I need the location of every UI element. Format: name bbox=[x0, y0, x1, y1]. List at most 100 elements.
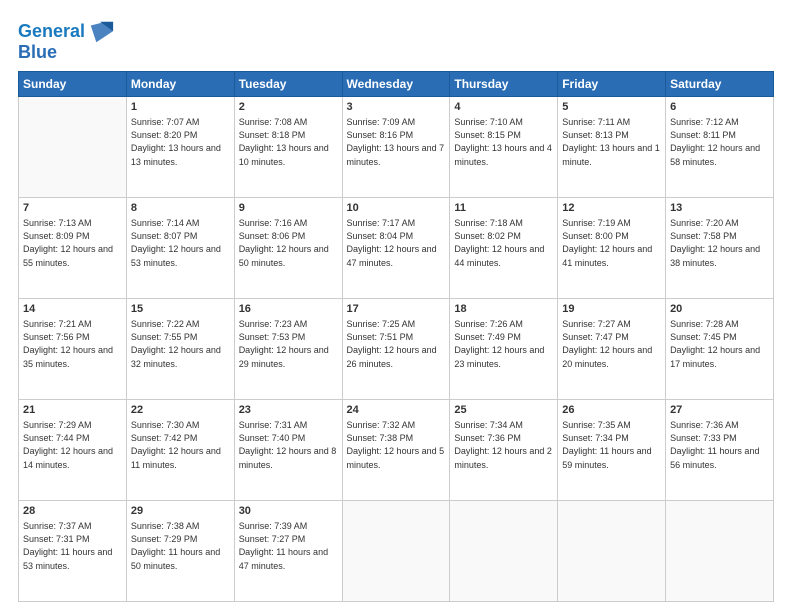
logo-icon bbox=[87, 18, 115, 46]
weekday-header-tuesday: Tuesday bbox=[234, 72, 342, 97]
cell-content: Sunrise: 7:20 AMSunset: 7:58 PMDaylight:… bbox=[670, 217, 769, 269]
cell-content: Sunrise: 7:32 AMSunset: 7:38 PMDaylight:… bbox=[347, 419, 446, 471]
cell-content: Sunrise: 7:37 AMSunset: 7:31 PMDaylight:… bbox=[23, 520, 122, 572]
cell-content: Sunrise: 7:30 AMSunset: 7:42 PMDaylight:… bbox=[131, 419, 230, 471]
logo: General Blue bbox=[18, 18, 115, 63]
weekday-header-saturday: Saturday bbox=[666, 72, 774, 97]
cell-content: Sunrise: 7:11 AMSunset: 8:13 PMDaylight:… bbox=[562, 116, 661, 168]
cell-content: Sunrise: 7:39 AMSunset: 7:27 PMDaylight:… bbox=[239, 520, 338, 572]
page: General Blue SundayMondayTuesdayWednesda… bbox=[0, 0, 792, 612]
calendar-cell: 1Sunrise: 7:07 AMSunset: 8:20 PMDaylight… bbox=[126, 97, 234, 198]
calendar-cell: 3Sunrise: 7:09 AMSunset: 8:16 PMDaylight… bbox=[342, 97, 450, 198]
calendar-cell: 23Sunrise: 7:31 AMSunset: 7:40 PMDayligh… bbox=[234, 400, 342, 501]
day-number: 6 bbox=[670, 100, 769, 115]
day-number: 26 bbox=[562, 403, 661, 418]
calendar-cell: 21Sunrise: 7:29 AMSunset: 7:44 PMDayligh… bbox=[19, 400, 127, 501]
calendar-cell: 7Sunrise: 7:13 AMSunset: 8:09 PMDaylight… bbox=[19, 198, 127, 299]
calendar-cell: 29Sunrise: 7:38 AMSunset: 7:29 PMDayligh… bbox=[126, 501, 234, 602]
cell-content: Sunrise: 7:10 AMSunset: 8:15 PMDaylight:… bbox=[454, 116, 553, 168]
calendar-cell: 17Sunrise: 7:25 AMSunset: 7:51 PMDayligh… bbox=[342, 299, 450, 400]
day-number: 19 bbox=[562, 302, 661, 317]
day-number: 3 bbox=[347, 100, 446, 115]
calendar-cell: 5Sunrise: 7:11 AMSunset: 8:13 PMDaylight… bbox=[558, 97, 666, 198]
cell-content: Sunrise: 7:08 AMSunset: 8:18 PMDaylight:… bbox=[239, 116, 338, 168]
calendar-cell bbox=[450, 501, 558, 602]
calendar-cell: 28Sunrise: 7:37 AMSunset: 7:31 PMDayligh… bbox=[19, 501, 127, 602]
cell-content: Sunrise: 7:35 AMSunset: 7:34 PMDaylight:… bbox=[562, 419, 661, 471]
day-number: 9 bbox=[239, 201, 338, 216]
cell-content: Sunrise: 7:28 AMSunset: 7:45 PMDaylight:… bbox=[670, 318, 769, 370]
calendar-cell: 18Sunrise: 7:26 AMSunset: 7:49 PMDayligh… bbox=[450, 299, 558, 400]
cell-content: Sunrise: 7:22 AMSunset: 7:55 PMDaylight:… bbox=[131, 318, 230, 370]
calendar-cell: 24Sunrise: 7:32 AMSunset: 7:38 PMDayligh… bbox=[342, 400, 450, 501]
day-number: 17 bbox=[347, 302, 446, 317]
day-number: 10 bbox=[347, 201, 446, 216]
calendar-cell: 9Sunrise: 7:16 AMSunset: 8:06 PMDaylight… bbox=[234, 198, 342, 299]
logo-text: General bbox=[18, 22, 85, 42]
cell-content: Sunrise: 7:23 AMSunset: 7:53 PMDaylight:… bbox=[239, 318, 338, 370]
day-number: 27 bbox=[670, 403, 769, 418]
day-number: 15 bbox=[131, 302, 230, 317]
day-number: 28 bbox=[23, 504, 122, 519]
weekday-header-thursday: Thursday bbox=[450, 72, 558, 97]
day-number: 16 bbox=[239, 302, 338, 317]
day-number: 20 bbox=[670, 302, 769, 317]
day-number: 21 bbox=[23, 403, 122, 418]
cell-content: Sunrise: 7:34 AMSunset: 7:36 PMDaylight:… bbox=[454, 419, 553, 471]
day-number: 29 bbox=[131, 504, 230, 519]
calendar-cell: 12Sunrise: 7:19 AMSunset: 8:00 PMDayligh… bbox=[558, 198, 666, 299]
calendar-cell: 20Sunrise: 7:28 AMSunset: 7:45 PMDayligh… bbox=[666, 299, 774, 400]
day-number: 12 bbox=[562, 201, 661, 216]
calendar-cell: 30Sunrise: 7:39 AMSunset: 7:27 PMDayligh… bbox=[234, 501, 342, 602]
week-row-1: 7Sunrise: 7:13 AMSunset: 8:09 PMDaylight… bbox=[19, 198, 774, 299]
calendar-cell: 10Sunrise: 7:17 AMSunset: 8:04 PMDayligh… bbox=[342, 198, 450, 299]
calendar-cell: 2Sunrise: 7:08 AMSunset: 8:18 PMDaylight… bbox=[234, 97, 342, 198]
calendar-cell: 27Sunrise: 7:36 AMSunset: 7:33 PMDayligh… bbox=[666, 400, 774, 501]
cell-content: Sunrise: 7:12 AMSunset: 8:11 PMDaylight:… bbox=[670, 116, 769, 168]
day-number: 13 bbox=[670, 201, 769, 216]
calendar-cell: 19Sunrise: 7:27 AMSunset: 7:47 PMDayligh… bbox=[558, 299, 666, 400]
calendar-cell: 15Sunrise: 7:22 AMSunset: 7:55 PMDayligh… bbox=[126, 299, 234, 400]
header: General Blue bbox=[18, 18, 774, 63]
calendar-cell: 8Sunrise: 7:14 AMSunset: 8:07 PMDaylight… bbox=[126, 198, 234, 299]
cell-content: Sunrise: 7:14 AMSunset: 8:07 PMDaylight:… bbox=[131, 217, 230, 269]
day-number: 2 bbox=[239, 100, 338, 115]
calendar-cell: 11Sunrise: 7:18 AMSunset: 8:02 PMDayligh… bbox=[450, 198, 558, 299]
day-number: 18 bbox=[454, 302, 553, 317]
cell-content: Sunrise: 7:38 AMSunset: 7:29 PMDaylight:… bbox=[131, 520, 230, 572]
week-row-4: 28Sunrise: 7:37 AMSunset: 7:31 PMDayligh… bbox=[19, 501, 774, 602]
cell-content: Sunrise: 7:21 AMSunset: 7:56 PMDaylight:… bbox=[23, 318, 122, 370]
cell-content: Sunrise: 7:17 AMSunset: 8:04 PMDaylight:… bbox=[347, 217, 446, 269]
day-number: 8 bbox=[131, 201, 230, 216]
day-number: 25 bbox=[454, 403, 553, 418]
calendar-cell: 4Sunrise: 7:10 AMSunset: 8:15 PMDaylight… bbox=[450, 97, 558, 198]
cell-content: Sunrise: 7:19 AMSunset: 8:00 PMDaylight:… bbox=[562, 217, 661, 269]
weekday-header-monday: Monday bbox=[126, 72, 234, 97]
calendar-cell: 14Sunrise: 7:21 AMSunset: 7:56 PMDayligh… bbox=[19, 299, 127, 400]
weekday-header-row: SundayMondayTuesdayWednesdayThursdayFrid… bbox=[19, 72, 774, 97]
week-row-2: 14Sunrise: 7:21 AMSunset: 7:56 PMDayligh… bbox=[19, 299, 774, 400]
calendar-cell: 25Sunrise: 7:34 AMSunset: 7:36 PMDayligh… bbox=[450, 400, 558, 501]
calendar-table: SundayMondayTuesdayWednesdayThursdayFrid… bbox=[18, 71, 774, 602]
cell-content: Sunrise: 7:29 AMSunset: 7:44 PMDaylight:… bbox=[23, 419, 122, 471]
cell-content: Sunrise: 7:13 AMSunset: 8:09 PMDaylight:… bbox=[23, 217, 122, 269]
day-number: 11 bbox=[454, 201, 553, 216]
calendar-cell: 26Sunrise: 7:35 AMSunset: 7:34 PMDayligh… bbox=[558, 400, 666, 501]
cell-content: Sunrise: 7:25 AMSunset: 7:51 PMDaylight:… bbox=[347, 318, 446, 370]
cell-content: Sunrise: 7:09 AMSunset: 8:16 PMDaylight:… bbox=[347, 116, 446, 168]
calendar-cell bbox=[558, 501, 666, 602]
day-number: 4 bbox=[454, 100, 553, 115]
cell-content: Sunrise: 7:16 AMSunset: 8:06 PMDaylight:… bbox=[239, 217, 338, 269]
calendar-cell: 6Sunrise: 7:12 AMSunset: 8:11 PMDaylight… bbox=[666, 97, 774, 198]
cell-content: Sunrise: 7:36 AMSunset: 7:33 PMDaylight:… bbox=[670, 419, 769, 471]
day-number: 1 bbox=[131, 100, 230, 115]
day-number: 5 bbox=[562, 100, 661, 115]
cell-content: Sunrise: 7:27 AMSunset: 7:47 PMDaylight:… bbox=[562, 318, 661, 370]
calendar-cell bbox=[666, 501, 774, 602]
cell-content: Sunrise: 7:26 AMSunset: 7:49 PMDaylight:… bbox=[454, 318, 553, 370]
week-row-0: 1Sunrise: 7:07 AMSunset: 8:20 PMDaylight… bbox=[19, 97, 774, 198]
calendar-cell: 16Sunrise: 7:23 AMSunset: 7:53 PMDayligh… bbox=[234, 299, 342, 400]
weekday-header-wednesday: Wednesday bbox=[342, 72, 450, 97]
day-number: 23 bbox=[239, 403, 338, 418]
day-number: 7 bbox=[23, 201, 122, 216]
